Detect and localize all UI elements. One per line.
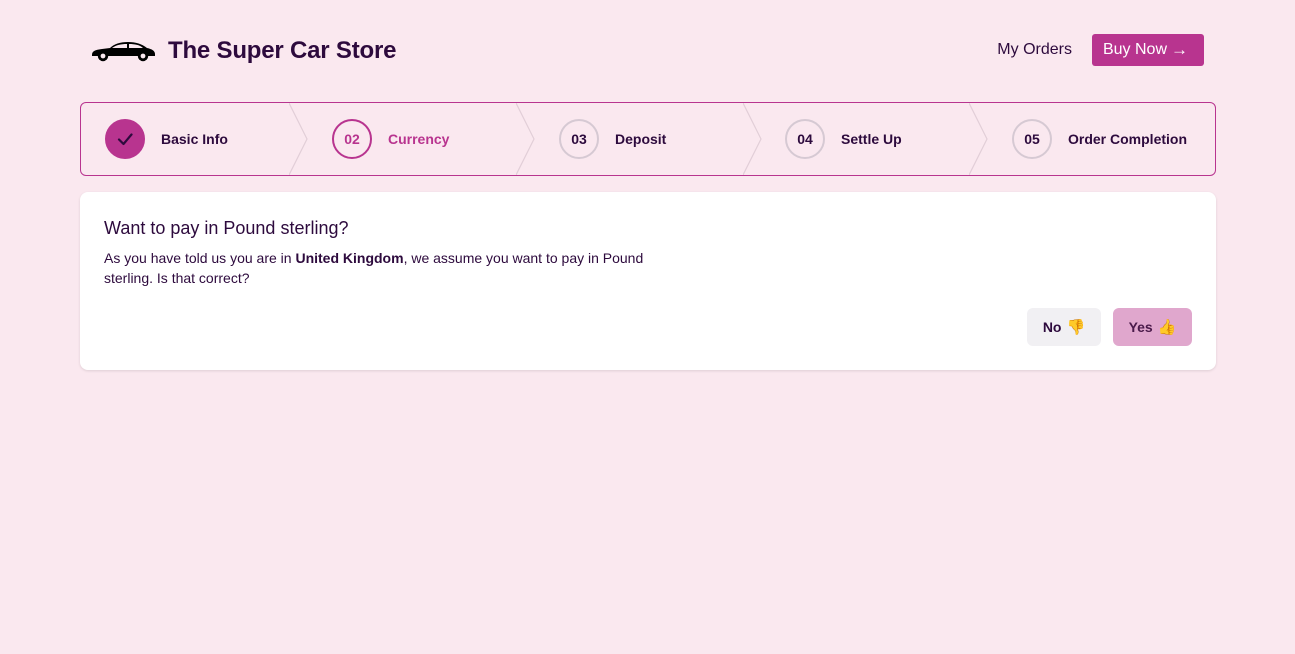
step-label: Deposit: [615, 131, 667, 147]
no-label: No: [1042, 319, 1062, 335]
thumbs-down-icon: 👎: [1066, 319, 1086, 336]
car-icon: [92, 42, 155, 62]
step-order-completion[interactable]: 05 Order Completion: [1012, 103, 1187, 175]
check-icon: [117, 133, 133, 146]
card-description: As you have told us you are in United Ki…: [104, 248, 674, 288]
step-complete-indicator: [105, 119, 145, 159]
step-label: Basic Info: [161, 131, 228, 147]
step-number-indicator: 04: [785, 119, 825, 159]
step-number-indicator: 05: [1012, 119, 1052, 159]
step-deposit[interactable]: 03 Deposit: [559, 103, 666, 175]
step-divider-chevron: [289, 103, 308, 175]
top-nav: My Orders Buy Now →: [997, 34, 1204, 66]
currency-confirmation-card: Want to pay in Pound sterling? As you ha…: [80, 192, 1216, 370]
step-divider-chevron: [743, 103, 762, 175]
step-settle-up[interactable]: 04 Settle Up: [785, 103, 902, 175]
buy-now-label: Buy Now: [1102, 41, 1167, 58]
step-basic-info[interactable]: Basic Info: [105, 103, 228, 175]
step-number-indicator: 02: [332, 119, 372, 159]
step-divider-chevron: [516, 103, 535, 175]
step-number-indicator: 03: [559, 119, 599, 159]
buy-now-button[interactable]: Buy Now →: [1091, 34, 1204, 66]
description-text-before: As you have told us you are in: [104, 250, 296, 266]
my-orders-link[interactable]: My Orders: [997, 41, 1072, 59]
arrow-right-icon: →: [1171, 40, 1188, 59]
checkout-stepper: Basic Info 02 Currency 03 Deposit 04 Set…: [80, 102, 1216, 176]
brand-title: The Super Car Store: [168, 37, 397, 64]
yes-button[interactable]: Yes 👍: [1113, 308, 1192, 346]
thumbs-up-icon: 👍: [1157, 319, 1177, 336]
step-currency[interactable]: 02 Currency: [332, 103, 449, 175]
no-button[interactable]: No 👎: [1027, 308, 1101, 346]
step-label: Settle Up: [841, 131, 902, 147]
card-title: Want to pay in Pound sterling?: [104, 218, 349, 238]
header: The Super Car Store My Orders Buy Now →: [80, 30, 1216, 72]
country-name: United Kingdom: [295, 250, 404, 266]
step-label: Currency: [388, 131, 450, 147]
brand[interactable]: The Super Car Store: [90, 30, 396, 72]
step-divider-chevron: [969, 103, 988, 175]
step-label: Order Completion: [1068, 131, 1188, 147]
yes-label: Yes: [1128, 319, 1153, 335]
